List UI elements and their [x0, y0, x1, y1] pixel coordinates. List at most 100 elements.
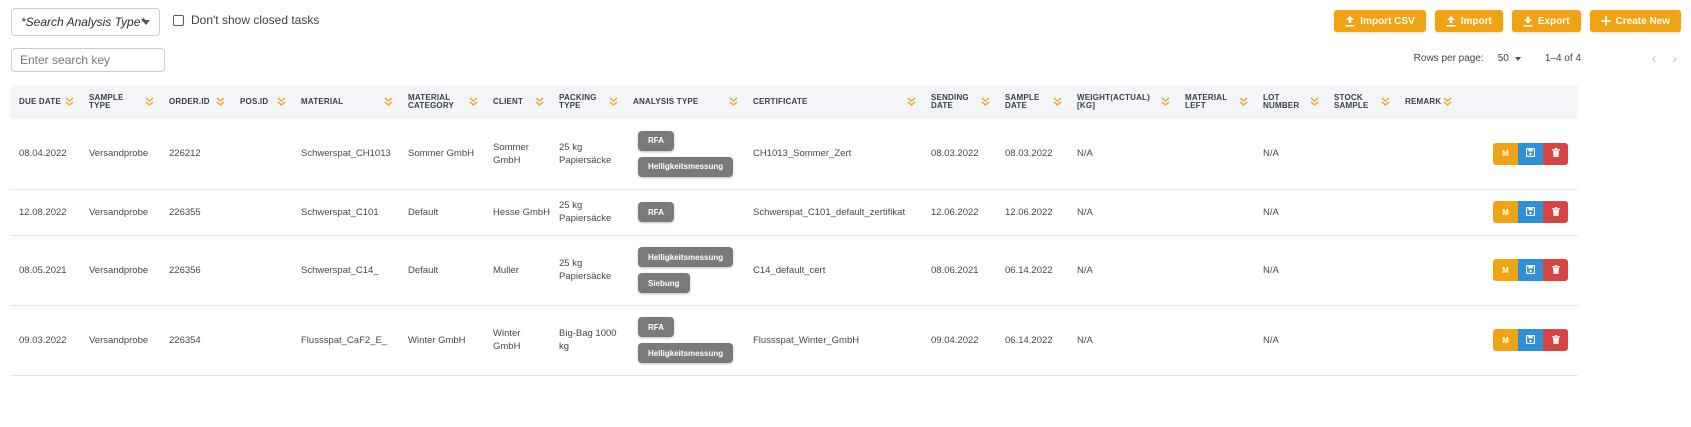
chevrons-down-icon[interactable]: [145, 97, 154, 107]
column-header[interactable]: CLIENT: [484, 85, 550, 119]
column-header[interactable]: LOT NUMBER: [1254, 85, 1325, 119]
trash-icon: [1551, 334, 1560, 346]
chevron-right-icon[interactable]: ›: [1672, 51, 1677, 65]
column-header-label: WEIGHT(ACTUAL) [KG]: [1077, 93, 1151, 110]
analysis-type-chips: RFA Helligkeitsmessung: [633, 317, 744, 363]
column-header[interactable]: CERTIFICATE: [744, 85, 922, 119]
stock-sample-cell: [1325, 235, 1396, 305]
save-button[interactable]: [1518, 201, 1543, 223]
column-header-label: REMARK: [1405, 97, 1442, 106]
weight-cell: N/A: [1077, 264, 1093, 276]
chevrons-down-icon[interactable]: [65, 97, 74, 107]
sending-date-cell: 08.06.2021: [931, 264, 979, 276]
import-csv-button[interactable]: Import CSV: [1334, 10, 1426, 32]
column-header[interactable]: SENDING DATE: [922, 85, 996, 119]
chevrons-down-icon[interactable]: [981, 97, 990, 107]
analysis-type-chip: RFA: [638, 317, 674, 337]
column-header[interactable]: STOCK SAMPLE: [1325, 85, 1396, 119]
analysis-type-chip: RFA: [638, 202, 674, 222]
search-input[interactable]: [11, 48, 165, 72]
chevron-left-icon[interactable]: ‹: [1652, 51, 1657, 65]
rows-per-page-select[interactable]: 50: [1498, 53, 1521, 64]
order-id-cell: 226354: [169, 334, 201, 346]
due-date-cell: 12.08.2022: [19, 206, 67, 218]
chevrons-down-icon[interactable]: [1161, 97, 1170, 107]
chevrons-down-icon[interactable]: [729, 97, 738, 107]
order-id-cell: 226356: [169, 264, 201, 276]
client-cell: Hesse GmbH: [493, 206, 551, 218]
table-body: 08.04.2022 Versandprobe 226212 Schwerspat_C…: [10, 119, 1578, 375]
closed-tasks-checkbox[interactable]: [173, 14, 184, 26]
certificate-cell: CH1013_Sommer_Zert: [753, 148, 852, 160]
analysis-type-cell: RFA Helligkeitsmessung: [624, 119, 744, 189]
column-header[interactable]: DUE DATE: [10, 85, 80, 119]
chevrons-down-icon[interactable]: [907, 97, 916, 107]
remark-cell: [1396, 189, 1458, 235]
row-actions-cell: M: [1458, 119, 1578, 189]
import-button[interactable]: Import: [1434, 10, 1503, 32]
chevrons-down-icon[interactable]: [277, 97, 286, 107]
export-button[interactable]: Export: [1511, 10, 1581, 32]
packing-type-cell: 25 kg Papiersäcke: [559, 258, 612, 282]
client-cell: Muller: [493, 264, 519, 276]
delete-button[interactable]: [1543, 142, 1568, 165]
chevrons-down-icon[interactable]: [1310, 97, 1319, 107]
edit-button[interactable]: M: [1493, 201, 1518, 223]
stock-sample-cell: [1325, 189, 1396, 235]
chevrons-down-icon[interactable]: [609, 97, 618, 107]
chevrons-down-icon[interactable]: [216, 97, 225, 107]
client-cell: Winter GmbH: [493, 328, 521, 352]
edit-button[interactable]: M: [1493, 329, 1518, 351]
delete-button[interactable]: [1543, 201, 1568, 223]
column-header[interactable]: PACKING TYPE: [550, 85, 624, 119]
sample-type-cell: Versandprobe: [89, 206, 149, 218]
column-header[interactable]: MATERIAL CATEGORY: [399, 85, 484, 119]
rows-per-page-label: Rows per page:: [1413, 53, 1484, 64]
client-cell: Sommer GmbH: [493, 141, 529, 166]
lot-number-cell: N/A: [1263, 334, 1279, 346]
closed-tasks-toggle[interactable]: Don't show closed tasks: [173, 13, 319, 27]
material-category-cell: Default: [408, 206, 439, 218]
column-header[interactable]: ORDER.ID: [160, 85, 231, 119]
column-header[interactable]: WEIGHT(ACTUAL) [KG]: [1068, 85, 1176, 119]
column-header[interactable]: SAMPLE DATE: [996, 85, 1068, 119]
create-new-button[interactable]: Create New: [1589, 10, 1681, 32]
delete-button[interactable]: [1543, 329, 1568, 351]
import-label: Import: [1460, 15, 1492, 27]
sending-date-cell: 12.06.2022: [931, 206, 979, 218]
save-button[interactable]: [1518, 142, 1543, 165]
column-header[interactable]: SAMPLE TYPE: [80, 85, 160, 119]
chevrons-down-icon[interactable]: [384, 97, 393, 107]
chevrons-down-icon[interactable]: [535, 97, 544, 107]
column-header[interactable]: ANALYSIS TYPE: [624, 85, 744, 119]
column-header[interactable]: POS.ID: [231, 85, 292, 119]
table-row[interactable]: 09.03.2022 Versandprobe 226354 Flussspat_Ca…: [10, 305, 1578, 375]
save-button[interactable]: [1518, 259, 1543, 281]
save-button[interactable]: [1518, 329, 1543, 351]
chevrons-down-icon[interactable]: [1053, 97, 1062, 107]
edit-button[interactable]: M: [1493, 142, 1518, 165]
table-row[interactable]: 12.08.2022 Versandprobe 226355 Schwerspat_C…: [10, 189, 1578, 235]
download-icon: [1523, 16, 1533, 27]
chevrons-down-icon[interactable]: [1443, 97, 1452, 107]
sending-date-cell: 09.04.2022: [931, 334, 979, 346]
trash-icon: [1551, 264, 1560, 276]
actions-header: [1458, 85, 1578, 119]
table-row[interactable]: 08.05.2021 Versandprobe 226356 Schwerspat_C…: [10, 235, 1578, 305]
material-left-cell: [1176, 305, 1254, 375]
chevrons-down-icon[interactable]: [1239, 97, 1248, 107]
delete-button[interactable]: [1543, 259, 1568, 281]
analysis-type-select-value: *Search Analysis Type*: [21, 15, 146, 29]
table-row[interactable]: 08.04.2022 Versandprobe 226212 Schwerspat_C…: [10, 119, 1578, 189]
chevrons-down-icon[interactable]: [1381, 97, 1390, 107]
certificate-cell: C14_default_cert: [753, 264, 826, 276]
save-icon: [1525, 264, 1536, 276]
edit-button[interactable]: M: [1493, 259, 1518, 281]
chevrons-down-icon[interactable]: [469, 97, 478, 107]
column-header-label: ORDER.ID: [169, 97, 210, 106]
due-date-cell: 09.03.2022: [19, 334, 67, 346]
column-header[interactable]: MATERIAL: [292, 85, 399, 119]
column-header[interactable]: REMARK: [1396, 85, 1458, 119]
column-header[interactable]: MATERIAL LEFT: [1176, 85, 1254, 119]
analysis-type-select[interactable]: *Search Analysis Type*: [11, 8, 160, 36]
